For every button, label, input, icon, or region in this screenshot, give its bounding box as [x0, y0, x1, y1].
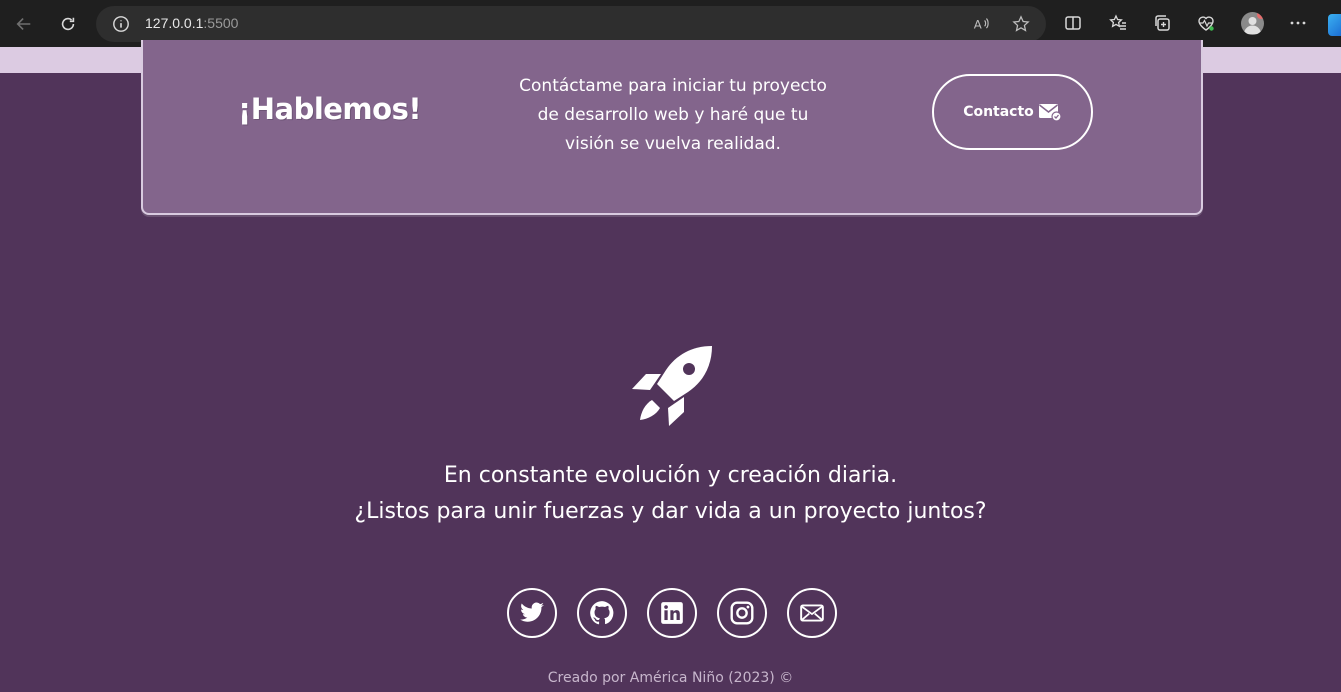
github-link[interactable] [577, 588, 627, 638]
collections-icon [1155, 15, 1170, 31]
back-arrow-icon [16, 18, 31, 30]
heartbeat-icon [1198, 16, 1214, 31]
hero-tagline: En constante evolución y creación diaria… [0, 458, 1341, 530]
linkedin-link[interactable] [647, 588, 697, 638]
email-icon [800, 604, 824, 622]
url-port: :5500 [203, 15, 239, 31]
settings-more-button[interactable] [1287, 12, 1309, 34]
tagline-line: ¿Listos para unir fuerzas y dar vida a u… [354, 499, 987, 524]
linkedin-icon [661, 602, 683, 624]
cta-description-line: visión se vuelva realidad. [565, 134, 781, 154]
profile-avatar[interactable] [1241, 12, 1264, 35]
svg-text:A: A [974, 18, 982, 32]
contact-button[interactable]: Contacto [932, 74, 1093, 150]
twitter-icon [520, 602, 544, 622]
more-dots-icon [1290, 21, 1306, 25]
split-screen-icon [1065, 16, 1081, 30]
github-icon [590, 601, 614, 625]
favorites-button[interactable] [1107, 12, 1129, 34]
site-info-icon[interactable] [112, 15, 130, 33]
browser-essentials-button[interactable] [1195, 12, 1217, 34]
cta-description-line: Contáctame para iniciar tu proyecto [519, 76, 827, 96]
cta-title: ¡Hablemos! [238, 92, 422, 126]
cta-description-line: de desarrollo web y haré que tu [537, 105, 809, 125]
url-text: 127.0.0.1:5500 [145, 15, 238, 31]
collections-button[interactable] [1151, 12, 1173, 34]
favorites-list-icon [1109, 14, 1126, 30]
contact-button-label: Contacto [963, 104, 1034, 120]
social-links [507, 588, 837, 638]
reload-button[interactable] [54, 10, 82, 38]
address-bar[interactable]: 127.0.0.1:5500 A [96, 6, 1046, 42]
instagram-link[interactable] [717, 588, 767, 638]
twitter-link[interactable] [507, 588, 557, 638]
url-host: 127.0.0.1 [145, 15, 204, 31]
envelope-check-icon [1038, 104, 1062, 122]
notification-dot [1257, 12, 1264, 19]
footer-credit: Creado por América Niño (2023) © [547, 670, 794, 686]
favorite-star-icon[interactable] [1012, 15, 1030, 33]
copilot-icon[interactable] [1328, 14, 1341, 36]
email-link[interactable] [787, 588, 837, 638]
read-aloud-icon[interactable]: A [972, 15, 990, 33]
reload-icon [61, 17, 75, 31]
split-screen-button[interactable] [1062, 12, 1084, 34]
instagram-icon [730, 601, 754, 625]
tagline-line: En constante evolución y creación diaria… [443, 463, 898, 488]
back-button[interactable] [10, 10, 38, 38]
cta-description: Contáctame para iniciar tu proyecto de d… [503, 72, 843, 159]
rocket-icon [632, 346, 712, 426]
contact-cta-card: ¡Hablemos! Contáctame para iniciar tu pr… [141, 40, 1203, 215]
